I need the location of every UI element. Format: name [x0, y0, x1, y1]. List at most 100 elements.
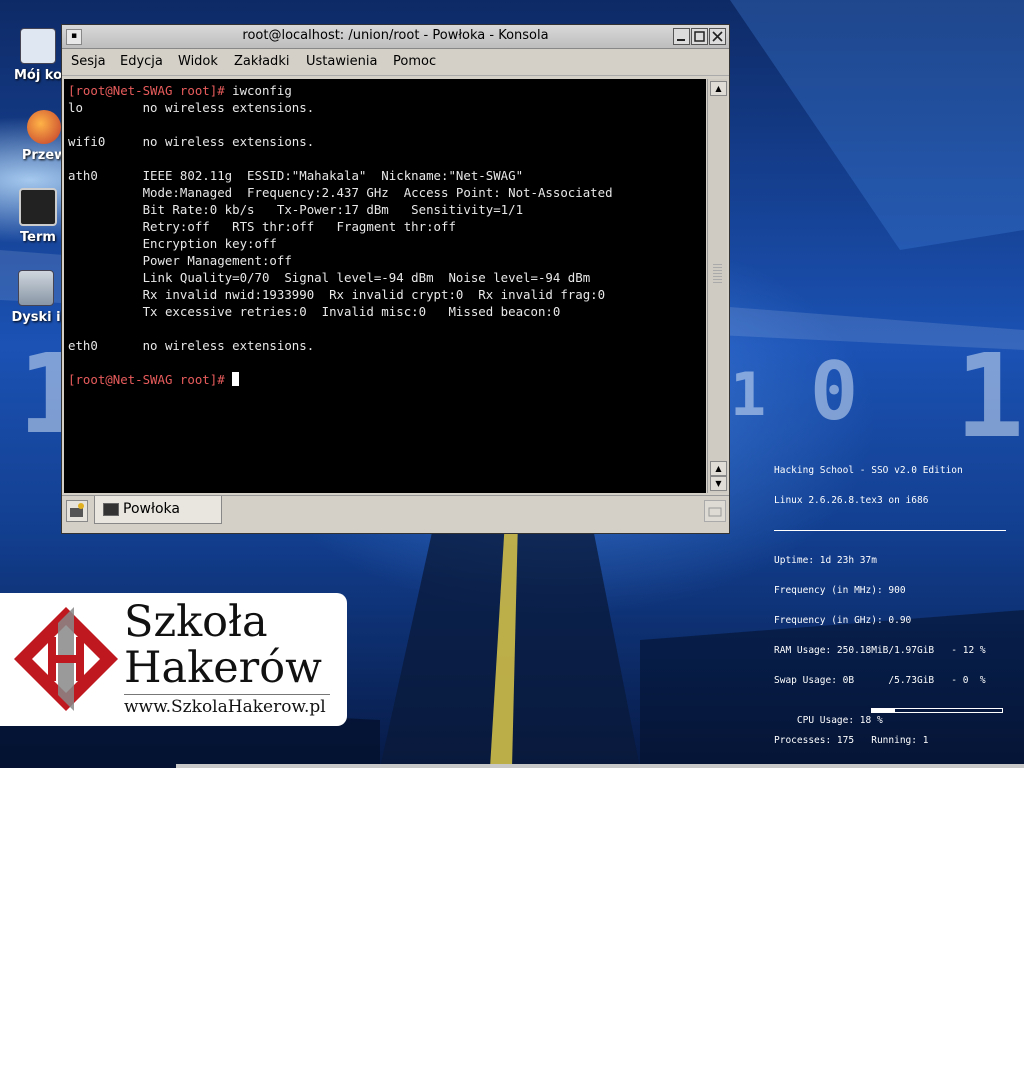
- minimize-button[interactable]: [673, 28, 690, 45]
- background-digit: 0: [810, 345, 859, 438]
- process-pid: 20867: [877, 1055, 906, 1066]
- computer-icon: [20, 28, 56, 64]
- conky-cpu: CPU Usage: 18 %: [796, 715, 883, 726]
- menu-edycja[interactable]: Edycja: [120, 54, 163, 69]
- process-row: bash 20873 0.00 0.08: [774, 1036, 1006, 1046]
- desktop-icon-label: Term: [20, 230, 56, 245]
- menu-pomoc[interactable]: Pomoc: [393, 54, 436, 69]
- process-mem: 0.39: [967, 1005, 990, 1016]
- process-row: conky 5487 0.50 0.12: [774, 996, 1006, 1006]
- process-row: kio_file 20911 0.00 0.39: [774, 1016, 1006, 1026]
- logo-diamond-icon: [14, 607, 118, 711]
- close-session-icon: [708, 507, 722, 517]
- process-pid: 20869: [877, 1045, 906, 1056]
- menu-zakladki[interactable]: Zakładki: [234, 54, 289, 69]
- process-cpu: 4.00: [929, 975, 952, 986]
- process-name: gam_server: [780, 1045, 838, 1056]
- disk-icon: [18, 270, 54, 306]
- terminal-line: Retry:off RTS thr:off Fragment thr:off: [68, 219, 456, 234]
- terminal-line: eth0 no wireless extensions.: [68, 338, 315, 353]
- scroll-up-arrow-icon[interactable]: ▲: [710, 81, 727, 96]
- maximize-button[interactable]: [691, 28, 708, 45]
- process-cpu: 0.00: [929, 1035, 952, 1046]
- process-name: kio_file: [780, 1015, 826, 1026]
- conky-net-label: Networking:: [774, 855, 837, 866]
- process-row: ksnapshot 20914 2.00 0.81: [774, 986, 1006, 996]
- tab-bar: Powłoka: [62, 495, 729, 526]
- process-name: X: [780, 975, 786, 986]
- process-mem: 0.12: [967, 995, 990, 1006]
- menu-sesja[interactable]: Sesja: [71, 54, 106, 69]
- tab-label: Powłoka: [123, 501, 180, 517]
- process-name: conky: [780, 995, 809, 1006]
- conky-freq-ghz: Frequency (in GHz): 0.90: [774, 615, 912, 626]
- cpu-usage-fill: [872, 709, 896, 712]
- process-cpu: 0.50: [929, 995, 952, 1006]
- process-row: idesk 20908 0.00 0.22: [774, 1026, 1006, 1036]
- title-bar[interactable]: ▪ root@localhost: /union/root - Powłoka …: [62, 25, 729, 49]
- terminal-output[interactable]: [root@Net-SWAG root]# iwconfig lo no wir…: [64, 79, 706, 493]
- taskbar-edge: [176, 764, 1024, 768]
- process-row: X 4863 4.00 1.01: [774, 976, 1006, 986]
- process-pid: 20873: [877, 1035, 906, 1046]
- process-name: ksnapshot: [780, 985, 832, 996]
- scrollbar-grip-icon[interactable]: [713, 264, 722, 284]
- logo-divider: [124, 694, 330, 695]
- terminal-line: Mode:Managed Frequency:2.437 GHz Access …: [68, 185, 613, 200]
- logo-title-line2: Hakerów: [124, 643, 322, 693]
- process-name: kded: [780, 1055, 803, 1066]
- shell-prompt: [root@Net-SWAG root]#: [68, 372, 225, 387]
- process-pid: 5487: [883, 995, 906, 1006]
- terminal-line: ath0 IEEE 802.11g ESSID:"Mahakala" Nickn…: [68, 168, 524, 183]
- process-mem: 0.39: [967, 1015, 990, 1026]
- shell-prompt: [root@Net-SWAG root]#: [68, 83, 225, 98]
- process-cpu: 2.00: [929, 985, 952, 996]
- logo-url: www.SzkolaHakerow.pl: [124, 697, 326, 717]
- background-digit: 1: [730, 360, 767, 430]
- conky-swap: Swap Usage: 0B /5.73GiB - 0 %: [774, 675, 986, 686]
- conky-net: ETH0 Up: 0 k/s - Down: 0 k/s: [774, 885, 986, 896]
- terminal-line: wifi0 no wireless extensions.: [68, 134, 315, 149]
- process-table-header: Name PID CPU% MEM%: [774, 946, 1006, 956]
- close-tab-button[interactable]: [704, 500, 726, 522]
- conky-header: Hacking School - SSO v2.0 Edition: [774, 465, 963, 476]
- menu-widok[interactable]: Widok: [178, 54, 218, 69]
- close-icon: [712, 31, 723, 42]
- menu-ustawienia[interactable]: Ustawienia: [306, 54, 377, 69]
- logo-title-line1: Szkoła: [124, 597, 268, 647]
- fs-usage-fill: [914, 829, 1001, 832]
- divider: [774, 530, 1006, 531]
- desktop-icon-my-computer[interactable]: Mój ko: [8, 28, 68, 83]
- process-name: bash: [780, 1035, 803, 1046]
- conky-fs-usage: / 986.83MiB/999.86MiB: [796, 835, 923, 846]
- process-cpu: 0.00: [929, 1025, 952, 1036]
- process-cpu: 0.00: [929, 1045, 952, 1056]
- terminal-line: Bit Rate:0 kb/s Tx-Power:17 dBm Sensitiv…: [68, 202, 524, 217]
- conky-fs-row: / 986.83MiB/999.86MiB: [774, 826, 1006, 846]
- maximize-icon: [694, 31, 705, 42]
- desktop-icon-label: Przew: [21, 148, 67, 163]
- terminal-scrollbar[interactable]: ▲ ▲ ▼: [707, 79, 727, 493]
- close-button[interactable]: [709, 28, 726, 45]
- scroll-down-arrow-icon[interactable]: ▼: [710, 476, 727, 491]
- conky-kernel: Linux 2.6.26.8.tex3 on i686: [774, 495, 929, 506]
- terminal-line: lo no wireless extensions.: [68, 100, 315, 115]
- conky-fs-label: File systems:: [774, 795, 849, 806]
- minimize-icon: [677, 39, 685, 41]
- process-table: X 4863 4.00 1.01 ksnapshot 20914 2.00 0.81 conky…: [774, 976, 1006, 1066]
- cpu-usage-bar: [871, 708, 1003, 713]
- process-mem: 0.08: [967, 1035, 990, 1046]
- konsole-window[interactable]: ▪ root@localhost: /union/root - Powłoka …: [61, 24, 730, 534]
- conky-processes: Processes: 175 Running: 1: [774, 735, 929, 746]
- new-tab-icon[interactable]: [66, 500, 88, 522]
- divider: [774, 920, 1006, 921]
- firefox-icon: [27, 110, 61, 144]
- terminal-icon: [103, 503, 119, 516]
- col-mem: MEM%: [966, 945, 989, 956]
- desktop-icon-terminal[interactable]: Term: [8, 188, 68, 245]
- desktop-icon-disks[interactable]: Dyski i: [6, 270, 66, 325]
- tab-powloka[interactable]: Powłoka: [94, 496, 222, 524]
- conky-ram: RAM Usage: 250.18MiB/1.97GiB - 12 %: [774, 645, 986, 656]
- scroll-up-arrow-icon[interactable]: ▲: [710, 461, 727, 476]
- terminal-line: Link Quality=0/70 Signal level=-94 dBm N…: [68, 270, 591, 285]
